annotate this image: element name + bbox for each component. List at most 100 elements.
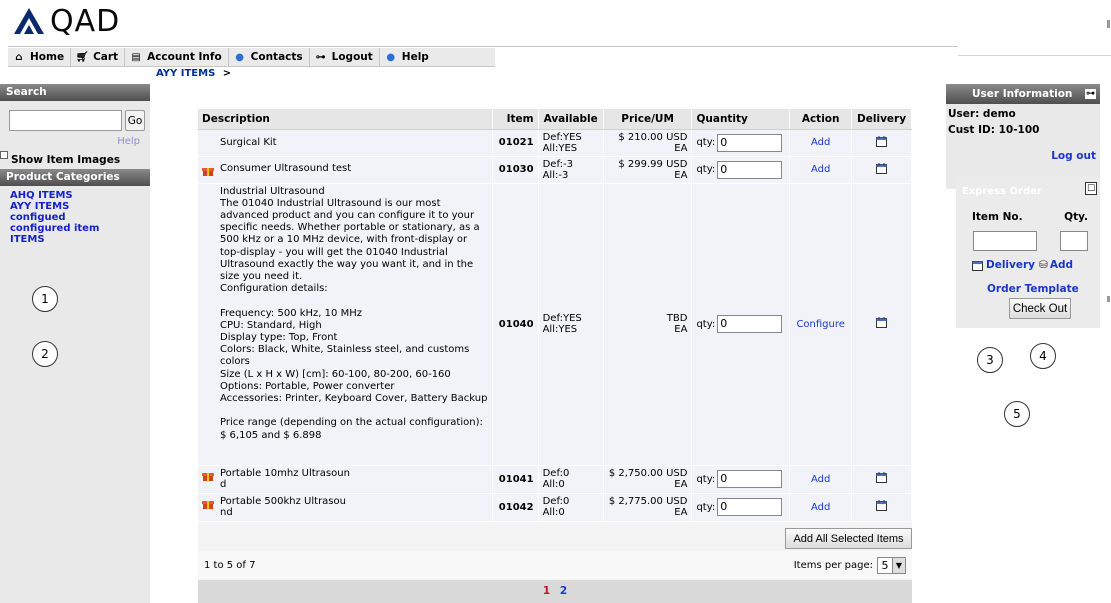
quantity-input[interactable]: 0 xyxy=(717,133,783,152)
desc-line: Display type: Top, Front xyxy=(220,331,338,343)
item-quantity: qty: 0 xyxy=(691,129,791,157)
scrollbar-marker xyxy=(1107,296,1110,302)
desc-line: Options: Portable, Power converter xyxy=(220,380,395,392)
item-description: Surgical Kit xyxy=(198,129,494,157)
nav-help[interactable]: ● Help xyxy=(380,48,435,67)
express-labels: Item No. Qty. xyxy=(956,197,1100,223)
go-button[interactable]: Go xyxy=(125,110,145,131)
nav-logout[interactable]: ⊶ Logout xyxy=(310,47,380,67)
calendar-icon[interactable] xyxy=(876,317,888,328)
express-item-input[interactable] xyxy=(973,231,1037,251)
add-link[interactable]: Add xyxy=(789,493,853,522)
express-qty-input[interactable] xyxy=(1060,231,1088,251)
user-name: User: demo xyxy=(948,108,1016,120)
add-link[interactable]: Add xyxy=(789,465,853,494)
promotion-icon xyxy=(202,167,214,176)
price-unit: EA xyxy=(674,169,688,181)
page-link-current[interactable]: 1 xyxy=(543,585,550,597)
table-row: Consumer Ultrasound test 01030 Def:-3 Al… xyxy=(198,156,912,184)
configure-link[interactable]: Configure xyxy=(789,183,853,466)
nav-contacts[interactable]: ● Contacts xyxy=(229,47,310,67)
desc-line: Industrial Ultrasound xyxy=(220,185,325,197)
quantity-input[interactable]: 0 xyxy=(717,160,783,179)
qty-label: qty: xyxy=(696,501,716,513)
header-divider-right xyxy=(958,55,1111,56)
cart-icon: 🛒︎ xyxy=(75,51,89,63)
logout-link[interactable]: Log out xyxy=(1051,150,1096,162)
qad-logo-icon xyxy=(14,8,44,34)
nav-account-info[interactable]: ▤ Account Info xyxy=(125,47,229,67)
promotion-icon xyxy=(202,473,214,481)
desc-line: Colors: Black, White, Stainless steel, a… xyxy=(220,344,473,368)
page-link[interactable]: 2 xyxy=(560,585,567,597)
item-description-text: Portable 500khz Ultrasou xyxy=(220,496,346,507)
nav-home[interactable]: ⌂ Home xyxy=(8,47,72,67)
price-amount: TBD xyxy=(666,313,688,324)
key-icon: ⊶ xyxy=(315,51,326,63)
availability-default: Def:0 xyxy=(542,468,570,479)
desc-line: Configuration details: xyxy=(220,283,328,295)
express-inputs xyxy=(956,223,1100,251)
category-link[interactable]: AYY ITEMS xyxy=(10,201,150,212)
category-link[interactable]: ITEMS xyxy=(10,234,150,245)
person-icon[interactable]: ☐ xyxy=(1085,182,1097,195)
item-number: 01041 xyxy=(492,465,539,494)
annotation-marker: 1 xyxy=(32,286,58,312)
quantity-input[interactable]: 0 xyxy=(717,470,783,488)
availability-default: Def:YES xyxy=(542,131,582,143)
item-quantity: qty: 0 xyxy=(691,465,791,494)
express-add-link[interactable]: Add xyxy=(1050,259,1073,271)
price-unit: EA xyxy=(674,479,688,490)
order-template-link[interactable]: Order Template xyxy=(987,283,1079,295)
qad-logo: QAD xyxy=(12,4,120,39)
items-per-page-select[interactable]: 5 ▼ xyxy=(877,556,906,574)
category-list: AHQ ITEMS AYY ITEMS configued configured… xyxy=(0,186,150,245)
availability-default: Def:YES xyxy=(542,313,582,324)
calendar-icon[interactable] xyxy=(876,472,888,483)
qty-label: Qty. xyxy=(1064,211,1088,223)
price-amount: $ 2,775.00 USD xyxy=(608,496,688,507)
cart-icon: ⛁ xyxy=(1039,259,1048,271)
items-per-page-label: Items per page: xyxy=(793,559,873,571)
user-information-panel: User Information ⊶ User: demo Cust ID: 1… xyxy=(946,84,1100,189)
item-description: Consumer Ultrasound test xyxy=(198,156,494,184)
col-delivery: Delivery xyxy=(851,109,912,130)
add-link[interactable]: Add xyxy=(789,156,853,184)
left-sidebar: Search Go Help Show Item Images Product … xyxy=(0,84,150,603)
availability-all: All:0 xyxy=(542,479,565,490)
add-link[interactable]: Add xyxy=(789,129,853,157)
nav-cart[interactable]: 🛒︎ Cart xyxy=(71,47,126,67)
calendar-icon[interactable] xyxy=(876,135,888,147)
qty-label: qty: xyxy=(696,318,716,330)
show-images-checkbox[interactable] xyxy=(0,151,8,159)
quantity-input[interactable]: 0 xyxy=(717,315,783,333)
navbar-spacer xyxy=(495,48,958,67)
search-help-link[interactable]: Help xyxy=(0,131,150,149)
check-out-button[interactable]: Check Out xyxy=(1009,298,1071,319)
item-description-text: Portable 10mhz Ultrasoun xyxy=(220,468,350,479)
item-price: TBD EA xyxy=(603,183,693,466)
category-link[interactable]: AHQ ITEMS xyxy=(10,190,150,201)
calendar-icon xyxy=(972,260,983,271)
customer-id: Cust ID: 10-100 xyxy=(948,124,1040,136)
express-order-title: Express Order xyxy=(962,186,1042,197)
key-icon[interactable]: ⊶ xyxy=(1085,89,1096,99)
show-images-option[interactable]: Show Item Images xyxy=(0,149,150,169)
user-info-header: User Information ⊶ xyxy=(946,84,1100,104)
nav-home-label: Home xyxy=(30,51,65,63)
breadcrumb-current[interactable]: AYY ITEMS xyxy=(156,68,215,79)
items-per-page-value: 5 xyxy=(881,558,889,572)
calendar-icon[interactable] xyxy=(876,500,888,511)
quantity-input[interactable]: 0 xyxy=(717,498,783,516)
home-icon: ⌂ xyxy=(15,51,23,63)
express-delivery-link[interactable]: Delivery xyxy=(986,259,1035,271)
calendar-icon[interactable] xyxy=(876,162,888,174)
add-all-selected-button[interactable]: Add All Selected Items xyxy=(785,528,912,549)
category-link[interactable]: configued xyxy=(10,212,150,223)
items-table: Description Item Available Price/UM Quan… xyxy=(198,109,912,522)
price-amount: $ 2,750.00 USD xyxy=(608,468,688,479)
search-input[interactable] xyxy=(9,110,122,131)
user-info-title: User Information xyxy=(972,88,1073,100)
item-number-label: Item No. xyxy=(972,211,1023,223)
category-link[interactable]: configured item xyxy=(10,223,150,234)
